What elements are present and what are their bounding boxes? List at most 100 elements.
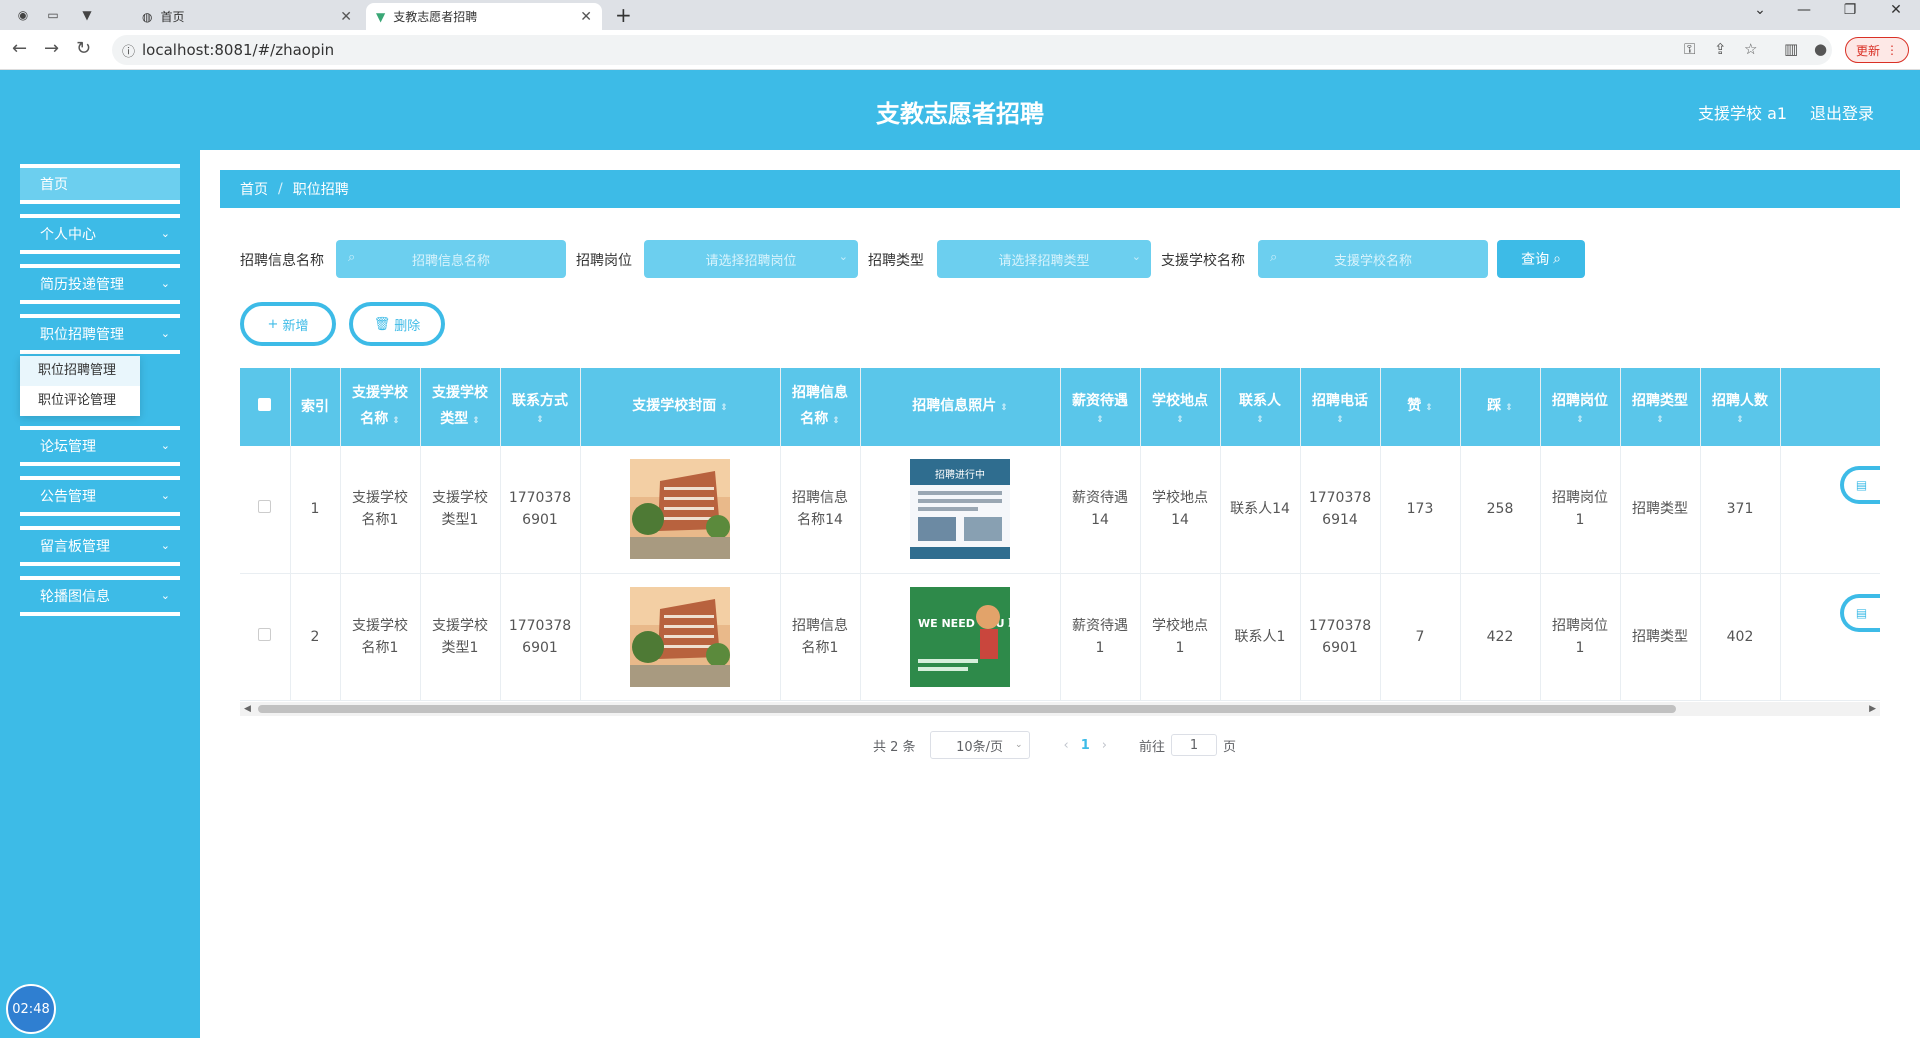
table-header[interactable]: 招聘岗位 ⇕ <box>1540 368 1621 446</box>
table-header[interactable]: 招聘类型 ⇕ <box>1620 368 1701 446</box>
type-select[interactable]: 请选择招聘类型 ⌄ <box>937 240 1151 278</box>
window-close-icon[interactable]: ✕ <box>1876 2 1916 18</box>
sort-icon[interactable]: ⇕ <box>1000 403 1008 413</box>
cell-person: 联系人1 <box>1220 573 1301 701</box>
submenu-item-recruit[interactable]: 职位招聘管理 <box>20 356 140 386</box>
page-size-select[interactable]: 10条/页 ⌄ <box>929 731 1030 759</box>
table-header[interactable]: 学校地点 ⇕ <box>1140 368 1221 446</box>
school-cover-image[interactable] <box>630 586 730 687</box>
checkbox[interactable] <box>258 500 272 514</box>
checkbox[interactable] <box>258 627 272 641</box>
table-header[interactable]: 招聘信息照片 ⇕ <box>860 368 1061 446</box>
sort-icon[interactable]: ⇕ <box>505 414 576 426</box>
sort-icon[interactable]: ⇕ <box>1065 414 1136 426</box>
name-search-input[interactable]: ⌕ 招聘信息名称 <box>336 240 566 278</box>
sort-icon[interactable]: ⇕ <box>472 416 480 426</box>
prev-page-icon[interactable]: ‹ <box>1064 738 1069 753</box>
breadcrumb-home[interactable]: 首页 <box>240 179 268 199</box>
sort-icon[interactable]: ⇕ <box>1625 414 1696 426</box>
timer-badge[interactable]: 02:48 <box>6 984 56 1034</box>
school-cover-image[interactable] <box>630 459 730 560</box>
recruit-poster-image[interactable]: 招聘进行中 <box>910 459 1010 560</box>
chevron-down-icon[interactable]: ⌄ <box>1740 2 1780 18</box>
position-select[interactable]: 请选择招聘岗位 ⌄ <box>644 240 858 278</box>
back-icon[interactable]: ← <box>12 38 27 59</box>
sort-icon[interactable]: ⇕ <box>392 416 400 426</box>
breadcrumb-separator: / <box>278 181 283 197</box>
row-select[interactable] <box>240 573 291 701</box>
sidebar-item-forum[interactable]: 论坛管理 ⌄ <box>20 426 180 466</box>
table-header[interactable]: 支援学校 名称 ⇕ <box>340 368 421 446</box>
tab-home[interactable]: ◍ 首页 ✕ <box>132 3 362 30</box>
table-header[interactable]: 薪资待遇 ⇕ <box>1060 368 1141 446</box>
search-icon: ⌕ <box>1270 250 1278 265</box>
submenu-item-comment[interactable]: 职位评论管理 <box>20 386 140 416</box>
detail-button[interactable]: ▤ <box>1839 593 1880 632</box>
restore-icon[interactable]: ❐ <box>1830 2 1870 18</box>
update-button[interactable]: 更新 ⋮ <box>1845 37 1909 63</box>
cell-info-photo: 招聘进行中 <box>860 446 1061 574</box>
blank-page-icon[interactable]: ▭ <box>42 5 64 25</box>
forward-icon[interactable]: → <box>44 38 59 59</box>
total-count: 共 2 条 <box>873 739 916 755</box>
reload-icon[interactable]: ↻ <box>76 38 91 59</box>
horizontal-scrollbar[interactable]: ◀ ▶ <box>240 702 1880 716</box>
tab-recruit[interactable]: ▼ 支教志愿者招聘 ✕ <box>366 3 602 30</box>
share-icon[interactable]: ⇪ <box>1714 40 1727 58</box>
new-tab-icon[interactable]: + <box>615 3 632 27</box>
table-header[interactable]: 支援学校封面 ⇕ <box>580 368 781 446</box>
scroll-thumb[interactable] <box>258 705 1676 713</box>
header-select-all[interactable] <box>240 368 291 446</box>
sidebar-item-notice[interactable]: 公告管理 ⌄ <box>20 476 180 516</box>
table-header[interactable]: 招聘信息 名称 ⇕ <box>780 368 861 446</box>
key-icon[interactable]: ⚿ <box>1684 40 1695 58</box>
sort-icon[interactable]: ⇕ <box>1305 414 1376 426</box>
table-header[interactable]: 联系人 ⇕ <box>1220 368 1301 446</box>
sidebar-item-resume[interactable]: 简历投递管理 ⌄ <box>20 264 180 304</box>
sort-icon[interactable]: ⇕ <box>1225 414 1296 426</box>
add-button[interactable]: + 新增 <box>240 302 336 346</box>
close-icon[interactable]: ✕ <box>340 9 352 25</box>
sort-icon[interactable]: ⇕ <box>1145 414 1216 426</box>
table-header[interactable]: 招聘人数 ⇕ <box>1700 368 1781 446</box>
sidebar-item-profile[interactable]: 个人中心 ⌄ <box>20 214 180 254</box>
sort-icon[interactable]: ⇕ <box>1705 414 1776 426</box>
search-button[interactable]: 查询 ⌕ <box>1497 240 1585 278</box>
scroll-right-icon[interactable]: ▶ <box>1869 702 1876 716</box>
table-header[interactable]: 赞 ⇕ <box>1380 368 1461 446</box>
sort-icon[interactable]: ⇕ <box>832 416 840 426</box>
scroll-left-icon[interactable]: ◀ <box>244 702 251 716</box>
sort-icon[interactable]: ⇕ <box>720 403 728 413</box>
delete-button[interactable]: 🗑 删除 <box>349 302 445 346</box>
update-label: 更新 <box>1855 43 1880 58</box>
star-icon[interactable]: ☆ <box>1744 40 1757 58</box>
sidebar-item-home[interactable]: 首页 <box>20 164 180 204</box>
detail-button[interactable]: ▤ <box>1839 466 1880 504</box>
row-select[interactable] <box>240 446 291 574</box>
table-header[interactable]: 联系方式 ⇕ <box>500 368 581 446</box>
profile-icon[interactable]: ● <box>1814 40 1827 58</box>
sidebar-item-message[interactable]: 留言板管理 ⌄ <box>20 526 180 566</box>
next-page-icon[interactable]: › <box>1102 738 1107 753</box>
address-bar[interactable]: ⓘ localhost:8081/#/zhaopin <box>112 35 1832 65</box>
logout-button[interactable]: 退出登录 <box>1810 100 1874 124</box>
goto-page-input[interactable]: 1 <box>1171 734 1218 756</box>
sort-icon[interactable]: ⇕ <box>1425 403 1433 413</box>
sidepanel-icon[interactable]: ▥ <box>1784 40 1798 58</box>
table-header[interactable]: 支援学校 类型 ⇕ <box>420 368 501 446</box>
github-icon[interactable]: ◉ <box>12 5 34 25</box>
sidebar-item-carousel[interactable]: 轮播图信息 ⌄ <box>20 576 180 616</box>
minimize-icon[interactable]: — <box>1784 2 1824 18</box>
vue-icon[interactable]: ▼ <box>76 5 98 25</box>
sort-icon[interactable]: ⇕ <box>1505 403 1513 413</box>
page-number[interactable]: 1 <box>1081 738 1090 753</box>
table-header[interactable]: 招聘电话 ⇕ <box>1300 368 1381 446</box>
sidebar-item-label: 职位招聘管理 <box>40 327 124 343</box>
checkbox[interactable] <box>258 398 272 411</box>
table-header[interactable]: 踩 ⇕ <box>1460 368 1541 446</box>
recruit-poster-image[interactable]: WE NEED YOU 聘 <box>910 586 1010 687</box>
sort-icon[interactable]: ⇕ <box>1545 414 1616 426</box>
close-icon[interactable]: ✕ <box>580 9 592 25</box>
school-search-input[interactable]: ⌕ 支援学校名称 <box>1258 240 1488 278</box>
sidebar-item-recruit[interactable]: 职位招聘管理 ⌄ <box>20 314 180 354</box>
